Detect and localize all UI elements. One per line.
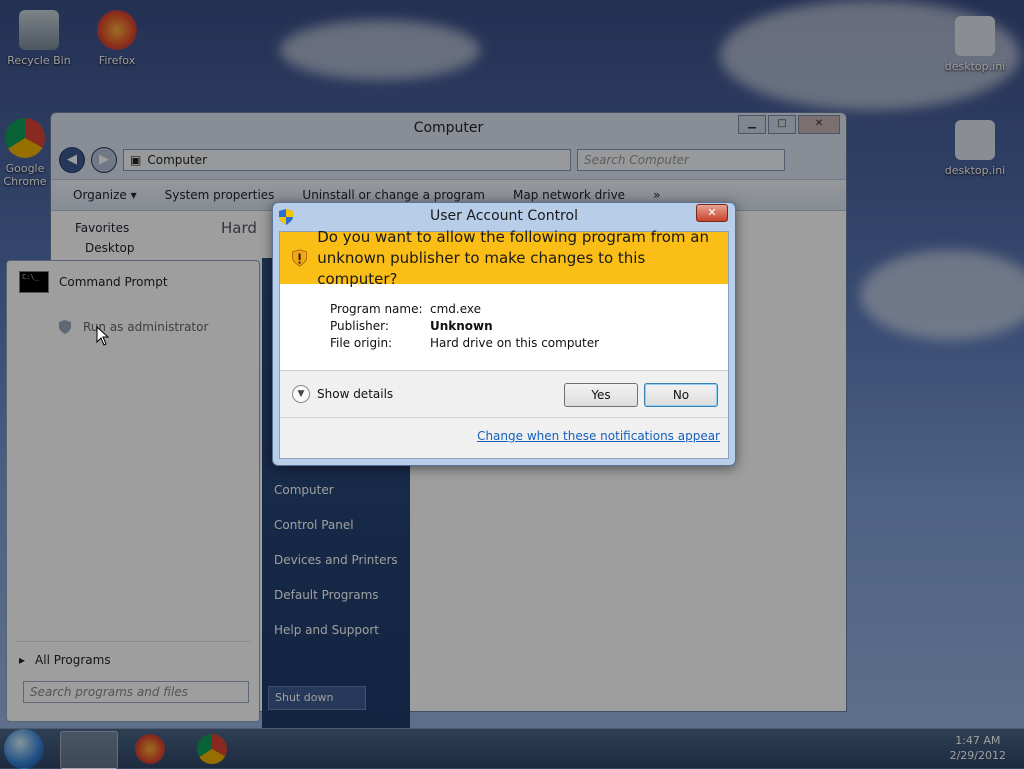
- uac-warning-banner: Do you want to allow the following progr…: [280, 228, 728, 288]
- close-icon[interactable]: ✕: [696, 204, 728, 222]
- uac-footer: ▼ Show details Yes No Change when these …: [280, 371, 728, 458]
- mouse-cursor-icon: [96, 326, 110, 346]
- uac-shield-icon: [279, 208, 293, 225]
- uac-dialog: User Account Control ✕ Do you want to al…: [272, 202, 736, 466]
- show-details-label: Show details: [317, 387, 394, 401]
- warning-shield-icon: [292, 249, 308, 267]
- uac-body: Do you want to allow the following progr…: [279, 228, 729, 459]
- chevron-down-icon: ▼: [292, 385, 310, 403]
- program-name-value: cmd.exe: [430, 302, 482, 316]
- publisher-value: Unknown: [430, 319, 493, 333]
- publisher-label: Publisher:: [330, 319, 389, 333]
- no-button[interactable]: No: [644, 383, 718, 407]
- uac-question: Do you want to allow the following progr…: [317, 227, 709, 288]
- program-name-label: Program name:: [330, 302, 423, 316]
- uac-program-info: Program name: cmd.exe Publisher: Unknown…: [280, 284, 728, 352]
- change-notifications-link[interactable]: Change when these notifications appear: [477, 429, 720, 443]
- file-origin-label: File origin:: [330, 336, 393, 350]
- yes-button[interactable]: Yes: [564, 383, 638, 407]
- show-details-toggle[interactable]: ▼ Show details: [292, 385, 393, 403]
- uac-titlebar: User Account Control ✕: [273, 203, 735, 229]
- file-origin-value: Hard drive on this computer: [430, 336, 600, 350]
- uac-title: User Account Control: [430, 208, 578, 224]
